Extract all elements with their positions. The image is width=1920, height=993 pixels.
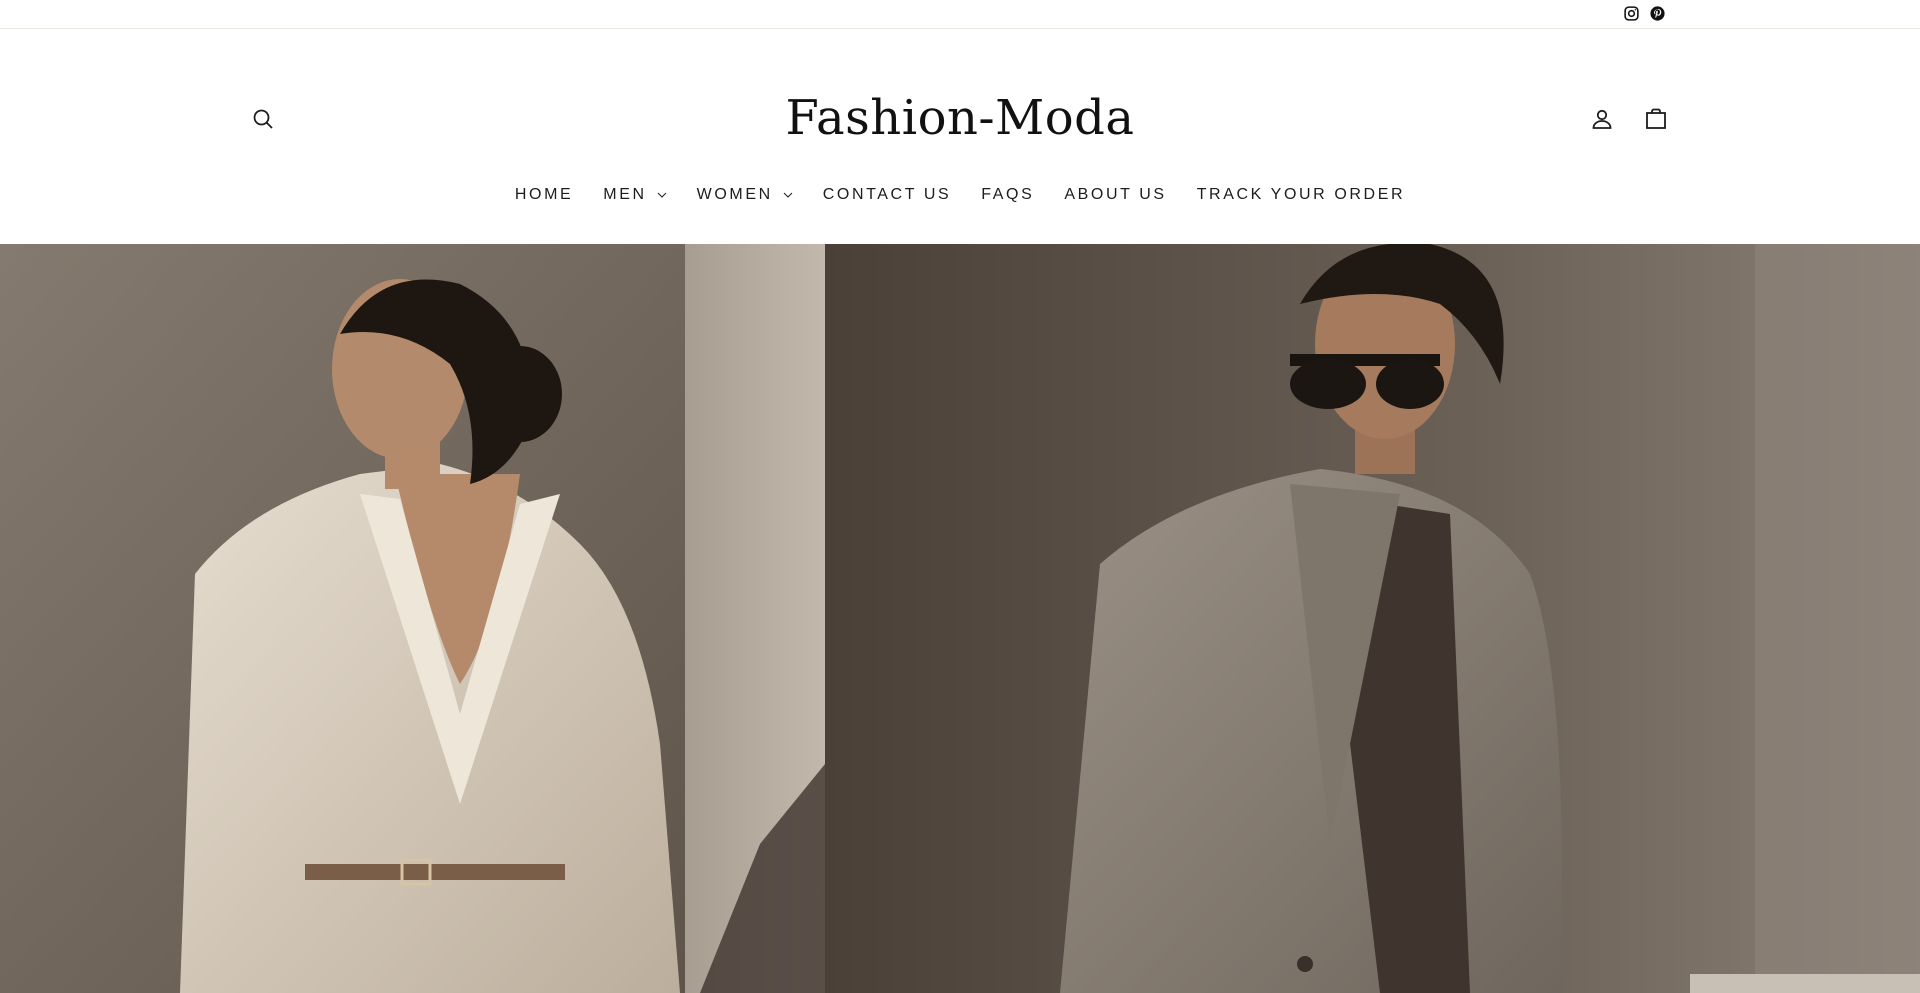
nav-item-label: TRACK YOUR ORDER (1196, 186, 1406, 203)
nav-item-label: HOME (514, 186, 574, 203)
nav-item-label: MEN (603, 186, 647, 203)
nav-item-home[interactable]: HOME (515, 186, 573, 204)
top-bar (0, 0, 1920, 29)
nav-item-track-your-order[interactable]: TRACK YOUR ORDER (1197, 186, 1405, 204)
logo-link[interactable]: Fashion-Moda (786, 89, 1135, 147)
social-links (1622, 4, 1666, 22)
chevron-down-icon (657, 192, 666, 198)
main-navigation: HOME MEN WOMEN CONTACT US FAQS ABOUT US … (0, 186, 1920, 204)
user-icon (1592, 109, 1612, 129)
shopping-bag-icon (1646, 108, 1666, 129)
nav-item-men[interactable]: MEN (603, 186, 666, 204)
cart-button[interactable] (1642, 105, 1670, 133)
pinterest-link[interactable] (1648, 4, 1666, 22)
nav-item-about-us[interactable]: ABOUT US (1064, 186, 1166, 204)
pinterest-icon (1649, 5, 1665, 21)
site-header: Fashion-Moda HOME MEN WOMEN CONTACT US F… (0, 29, 1920, 244)
nav-item-faqs[interactable]: FAQS (981, 186, 1034, 204)
hero-image (0, 244, 1920, 993)
hero-banner[interactable] (0, 244, 1920, 993)
nav-item-contact-us[interactable]: CONTACT US (823, 186, 952, 204)
instagram-link[interactable] (1622, 4, 1640, 22)
nav-item-women[interactable]: WOMEN (697, 186, 793, 204)
chevron-down-icon (783, 192, 793, 198)
nav-item-label: FAQS (981, 186, 1035, 203)
nav-item-label: WOMEN (696, 186, 773, 203)
account-button[interactable] (1588, 105, 1616, 133)
nav-item-label: ABOUT US (1064, 186, 1167, 203)
instagram-icon (1623, 5, 1639, 21)
header-icons (1588, 105, 1670, 133)
nav-item-label: CONTACT US (822, 186, 952, 203)
